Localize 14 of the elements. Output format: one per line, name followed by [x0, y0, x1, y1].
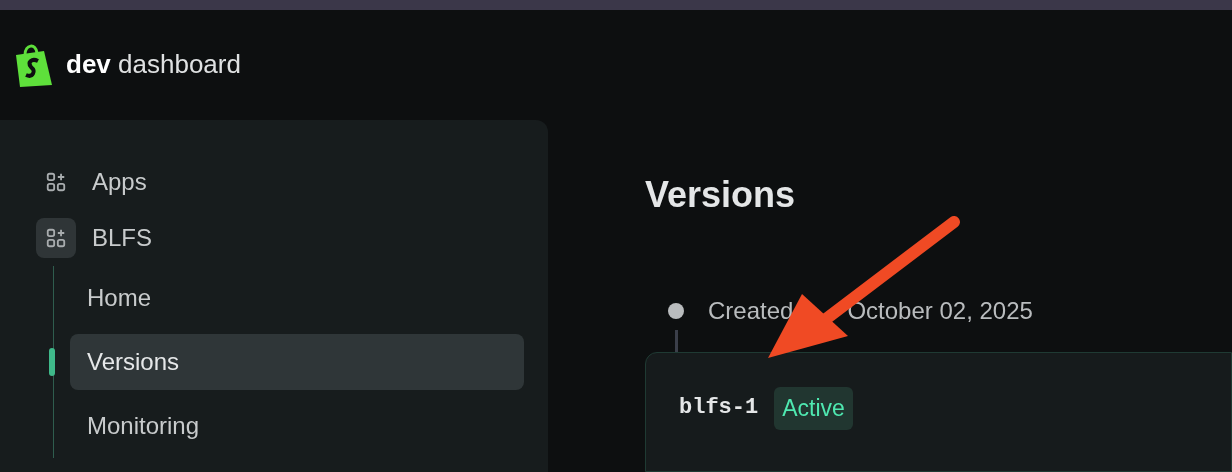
sidebar-item[interactable]: Versions [70, 334, 524, 390]
sidebar-item[interactable]: Home [70, 270, 524, 326]
version-name: blfs-1 [679, 394, 759, 422]
active-indicator [49, 348, 55, 376]
sidebar-item[interactable]: BLFS [92, 220, 153, 256]
timeline-text: October 02, 2025 [847, 296, 1033, 326]
grid-plus-icon [45, 171, 67, 193]
grid-plus-icon [36, 218, 76, 258]
brand-title: dev dashboard [66, 48, 241, 82]
page-title: Versions [645, 173, 797, 217]
sidebar-item[interactable]: Monitoring [70, 398, 524, 454]
timeline-text: Created [708, 296, 794, 326]
status-badge: Active [774, 387, 853, 430]
sidebar-item[interactable]: Apps [92, 164, 147, 200]
